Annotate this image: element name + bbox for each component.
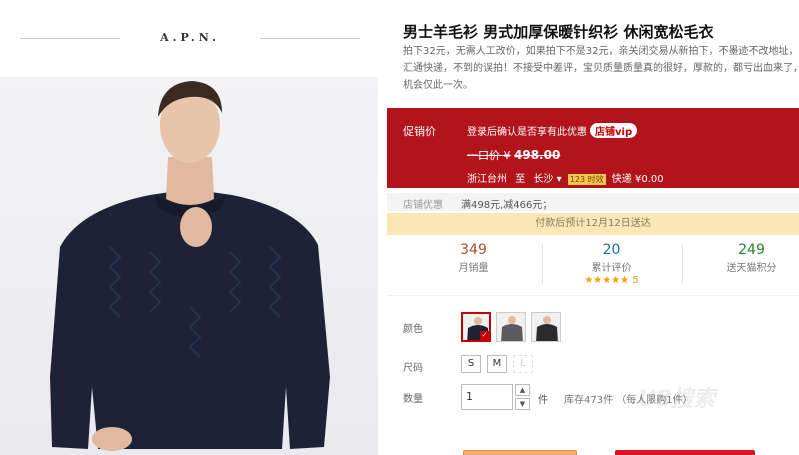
stat-number: 349 — [460, 242, 487, 258]
divider — [260, 38, 360, 39]
price-value: 498.00 — [514, 148, 561, 162]
quantity-decrease-button[interactable]: ▼ — [515, 398, 530, 410]
ship-to-select[interactable]: 长沙 — [533, 174, 553, 185]
login-prompt[interactable]: 登录后确认是否享有此优惠 店铺vip — [467, 123, 638, 138]
stats-bar: 349 月销量 20 累计评价 ★★★★★ 5 249 送天猫积分 — [387, 236, 799, 296]
size-option-m[interactable]: M — [487, 355, 507, 373]
product-description: 拍下32元，无需人工改价，如果拍下不是32元，亲关闭交易从新拍下，不墨迹不改地址… — [403, 43, 799, 94]
watermark-logo: U8搜索 — [638, 387, 716, 412]
quantity-label: 数量 — [403, 394, 423, 405]
stat-points: 249 送天猫积分 — [684, 242, 799, 274]
quantity-unit: 件 — [538, 395, 548, 406]
color-swatch-navy[interactable]: ✓ — [461, 312, 491, 342]
vip-badge: 店铺vip — [590, 123, 638, 138]
promo-label: 促销价 — [403, 125, 436, 138]
buy-now-button[interactable] — [463, 450, 577, 455]
color-swatch-charcoal[interactable] — [531, 312, 561, 342]
ship-to-word: 至 — [515, 174, 526, 185]
shipping-cost: 快递 ¥0.00 — [611, 174, 664, 185]
delivery-notice: 付款后预计12月12日送达 — [387, 213, 799, 235]
stat-label: 月销量 — [458, 263, 489, 274]
brand-header: A.P.N. — [20, 28, 360, 50]
description-line: 拍下32元，无需人工改价，如果拍下不是32元，亲关闭交易从新拍下，不墨迹不改地址… — [403, 46, 799, 57]
store-discount-label: 店铺优惠 — [403, 200, 443, 211]
product-main-image[interactable] — [0, 77, 378, 455]
size-option-l[interactable]: L — [513, 355, 533, 373]
quantity-input[interactable]: 1 — [461, 384, 513, 410]
store-discount-value: 满498元,减466元； — [461, 200, 553, 211]
description-line: 机会仅此一次。 — [403, 80, 473, 91]
stat-monthly-sales: 349 月销量 — [406, 242, 541, 274]
divider — [542, 244, 543, 284]
original-price: 一口价 ¥ 498.00 — [467, 147, 560, 163]
divider — [682, 244, 683, 284]
quantity-increase-button[interactable]: ▲ — [515, 384, 530, 396]
product-title: 男士羊毛衫 男式加厚保暖针织衫 休闲宽松毛衣 — [403, 23, 714, 41]
chevron-down-icon[interactable]: ▾ — [557, 174, 562, 185]
color-swatch-gray[interactable] — [496, 312, 526, 342]
shipping-info: 浙江台州 至 长沙 ▾ 123 时效 快递 ¥0.00 — [467, 170, 664, 185]
store-discount: 店铺优惠 满498元,减466元； — [387, 193, 799, 211]
size-option-s[interactable]: S — [461, 355, 481, 373]
stat-number: 20 — [602, 242, 621, 258]
add-to-cart-button[interactable] — [615, 450, 755, 455]
color-label: 颜色 — [403, 324, 423, 335]
stat-number: 249 — [738, 242, 765, 258]
stat-label: 累计评价 — [591, 263, 632, 274]
model-sweater-image — [50, 81, 330, 451]
login-text[interactable]: 登录后确认是否享有此优惠 — [467, 127, 587, 138]
size-label: 尺码 — [403, 363, 423, 374]
swatch-thumbnail — [497, 313, 525, 341]
stat-label: 送天猫积分 — [726, 263, 777, 274]
price-prefix: 一口价 ¥ — [467, 149, 511, 162]
star-rating: ★★★★★ 5 — [584, 275, 639, 286]
product-info: 男士羊毛衫 男式加厚保暖针织衫 休闲宽松毛衣 拍下32元，无需人工改价，如果拍下… — [387, 0, 799, 455]
product-gallery: A.P.N. — [0, 0, 378, 455]
promo-panel: 促销价 登录后确认是否享有此优惠 店铺vip 一口价 ¥ 498.00 浙江台州 … — [387, 108, 799, 188]
delivery-time-badge: 123 时效 — [567, 174, 606, 185]
swatch-thumbnail — [532, 313, 560, 341]
stat-reviews[interactable]: 20 累计评价 ★★★★★ 5 — [544, 242, 679, 286]
selected-check-icon: ✓ — [480, 331, 489, 340]
ship-from: 浙江台州 — [467, 174, 507, 185]
description-line: 汇通快递，不到的误拍！不接受中差评，宝贝质量质量真的很好，厚款的，都亏出血来了， — [403, 63, 799, 74]
